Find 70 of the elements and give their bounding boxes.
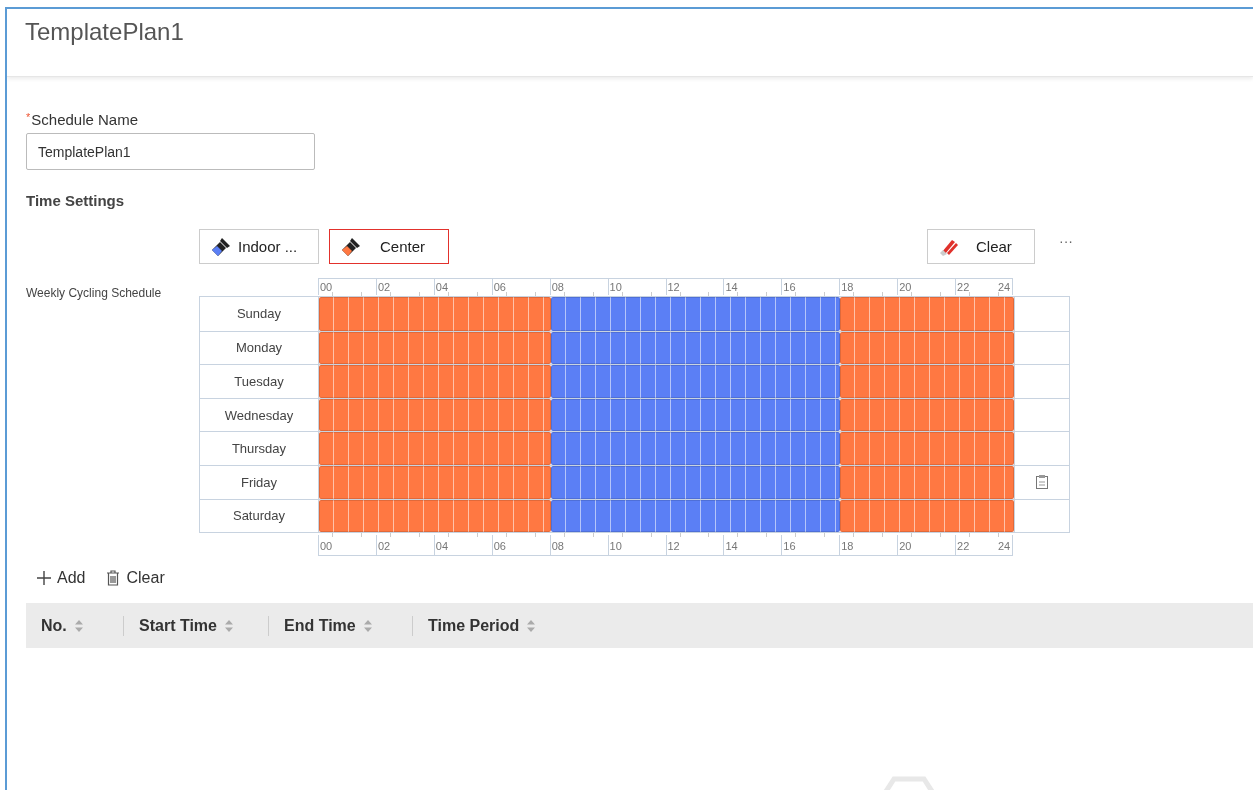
time-segment[interactable]	[840, 432, 1014, 465]
sort-icon	[363, 619, 372, 632]
axis-label: 18	[839, 279, 854, 295]
axis-label: 22	[955, 535, 970, 556]
axis-label: 22	[955, 279, 970, 295]
copy-icon[interactable]	[1035, 474, 1049, 491]
column-header[interactable]: Time Period	[412, 615, 572, 636]
axis-label: 02	[375, 535, 391, 556]
axis-label: 12	[665, 279, 680, 295]
time-segment[interactable]	[319, 365, 551, 398]
axis-label: 20	[897, 535, 912, 556]
column-header[interactable]: No.	[26, 615, 123, 636]
field-label: Schedule Name	[31, 111, 138, 128]
axis-label: 16	[781, 535, 796, 556]
time-segment[interactable]	[840, 465, 1014, 499]
time-segment[interactable]	[550, 297, 841, 331]
time-segment[interactable]	[319, 297, 551, 331]
plus-icon	[36, 570, 52, 587]
axis-label: 04	[433, 535, 449, 556]
time-segment[interactable]	[319, 398, 551, 432]
time-segment[interactable]	[319, 499, 551, 533]
window-title: TemplatePlan1	[24, 17, 185, 46]
axis-label: 24	[997, 279, 1014, 295]
axis-label: 04	[433, 279, 449, 295]
time-segment[interactable]	[319, 465, 551, 499]
time-segment[interactable]	[550, 465, 841, 499]
time-segment[interactable]	[550, 398, 841, 432]
axis-label: 00	[318, 279, 333, 295]
axis-label: 02	[375, 279, 391, 295]
schedule-name-field[interactable]: TemplatePlan1	[26, 133, 315, 170]
time-segment[interactable]	[319, 331, 551, 365]
clear-button[interactable]: Clear	[105, 569, 165, 588]
brush-button[interactable]: Indoor ...	[199, 229, 319, 264]
add-button[interactable]: Add	[36, 569, 86, 588]
time-segment[interactable]	[840, 297, 1014, 331]
column-header[interactable]: Start Time	[123, 615, 268, 636]
trash-icon	[105, 570, 122, 587]
axis-label: 10	[607, 535, 622, 556]
schedule-label: Weekly Cycling Schedule	[26, 285, 163, 302]
axis-label: 12	[665, 535, 680, 556]
clear-brush-button[interactable]: Clear	[927, 229, 1035, 264]
required-mark: *	[26, 111, 31, 123]
section-title: Time Settings	[26, 192, 126, 209]
sort-icon	[527, 619, 536, 632]
time-segment[interactable]	[840, 499, 1014, 533]
sort-icon	[224, 619, 233, 632]
axis-label: 00	[318, 535, 333, 556]
axis-label: 08	[549, 535, 564, 556]
axis-label: 14	[723, 535, 738, 556]
axis-label: 16	[781, 279, 796, 295]
axis-label: 10	[607, 279, 622, 295]
axis-label: 20	[897, 279, 912, 295]
axis-label: 08	[549, 279, 564, 295]
brush-button[interactable]: Center	[329, 229, 449, 264]
time-segment[interactable]	[840, 398, 1014, 432]
time-segment[interactable]	[840, 331, 1014, 365]
column-header[interactable]: End Time	[268, 615, 412, 636]
time-segment[interactable]	[319, 432, 551, 465]
axis-label: 24	[997, 535, 1014, 556]
time-segment[interactable]	[550, 499, 841, 533]
time-segment[interactable]	[550, 365, 841, 398]
time-segment[interactable]	[550, 432, 841, 465]
axis-label: 06	[491, 535, 506, 556]
time-segment[interactable]	[840, 365, 1014, 398]
time-segment[interactable]	[550, 331, 841, 365]
axis-label: 06	[491, 279, 506, 295]
sort-icon	[74, 619, 83, 632]
axis-label: 18	[839, 535, 854, 556]
axis-label: 14	[723, 279, 738, 295]
more-button[interactable]: ···	[1045, 232, 1079, 261]
